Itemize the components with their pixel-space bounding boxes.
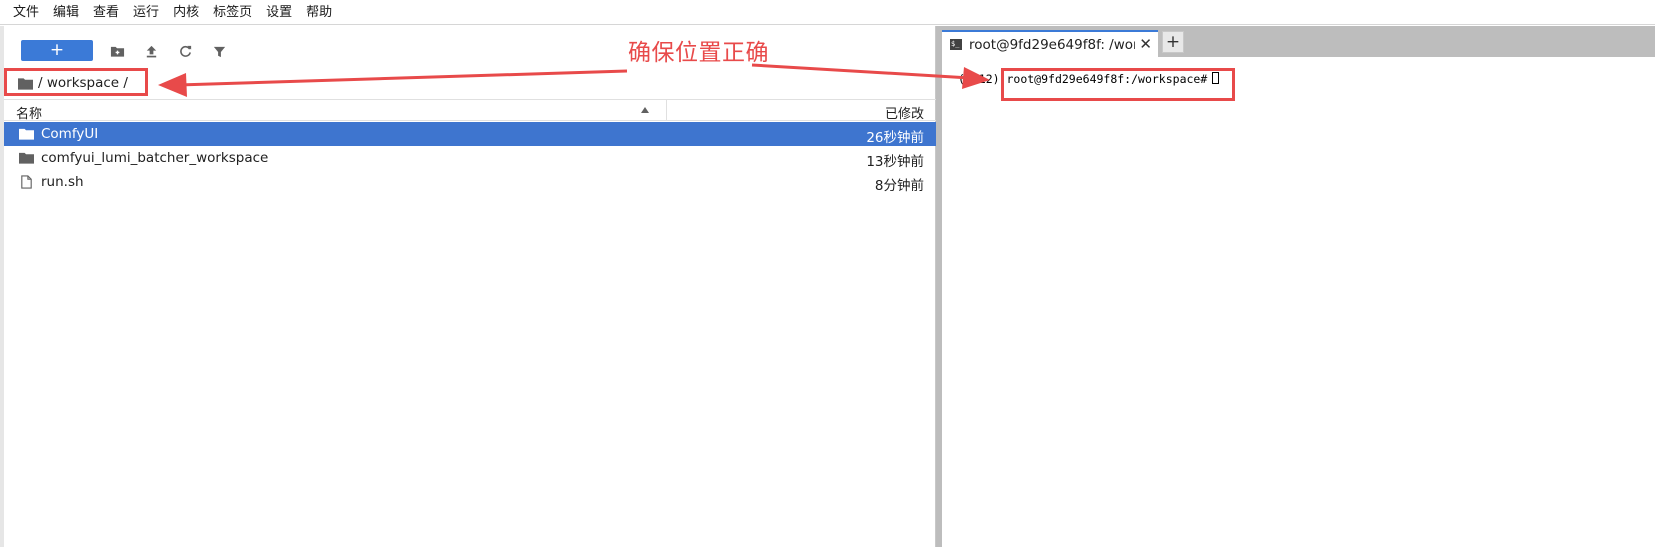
new-launcher-button[interactable]: + <box>21 40 93 61</box>
terminal-icon: $_ <box>950 39 962 50</box>
menu-help[interactable]: 帮助 <box>299 0 339 25</box>
file-name: run.sh <box>41 174 84 190</box>
column-divider[interactable] <box>666 100 667 121</box>
upload-icon[interactable] <box>140 40 162 62</box>
refresh-icon[interactable] <box>174 40 196 62</box>
annotation-box-breadcrumb <box>4 68 148 96</box>
column-modified-header[interactable]: 已修改 <box>885 103 924 122</box>
list-item[interactable]: run.sh 8分钟前 <box>4 170 936 194</box>
tab-bar: $_ root@9fd29e649f8f: /workspace ✕ + <box>942 26 1655 57</box>
file-modified: 13秒钟前 <box>866 154 924 170</box>
menu-bar: 文件 编辑 查看 运行 内核 标签页 设置 帮助 <box>0 0 1655 25</box>
column-name-header[interactable]: 名称 <box>16 103 42 122</box>
add-tab-button[interactable]: + <box>1162 31 1184 53</box>
tab-terminal[interactable]: $_ root@9fd29e649f8f: /workspace ✕ <box>942 30 1158 57</box>
annotation-label: 确保位置正确 <box>628 40 769 66</box>
close-icon[interactable]: ✕ <box>1139 35 1152 53</box>
file-browser-toolbar: + <box>4 26 936 74</box>
plus-icon: + <box>1165 31 1181 52</box>
menu-file[interactable]: 文件 <box>6 0 46 25</box>
menu-view[interactable]: 查看 <box>86 0 126 25</box>
file-browser-panel: + / workspace / 名称 已修改 ComfyUI 26秒钟前 com… <box>4 26 936 547</box>
new-launcher-label: + <box>49 40 65 60</box>
folder-icon <box>19 152 34 164</box>
file-listing: ComfyUI 26秒钟前 comfyui_lumi_batcher_works… <box>4 122 936 194</box>
menu-settings[interactable]: 设置 <box>259 0 299 25</box>
list-item[interactable]: comfyui_lumi_batcher_workspace 13秒钟前 <box>4 146 936 170</box>
file-modified: 26秒钟前 <box>866 130 924 146</box>
annotation-box-terminal-prompt <box>1001 68 1235 101</box>
file-modified: 8分钟前 <box>874 178 924 194</box>
new-folder-icon[interactable] <box>106 40 128 62</box>
menu-edit[interactable]: 编辑 <box>46 0 86 25</box>
list-item[interactable]: ComfyUI 26秒钟前 <box>4 122 936 146</box>
menu-run[interactable]: 运行 <box>126 0 166 25</box>
menu-tabs[interactable]: 标签页 <box>206 0 259 25</box>
listing-header: 名称 已修改 <box>4 99 936 122</box>
sort-ascending-icon <box>641 107 649 113</box>
file-icon <box>21 175 32 189</box>
folder-icon <box>19 128 34 140</box>
file-name: comfyui_lumi_batcher_workspace <box>41 150 269 166</box>
filter-icon[interactable] <box>208 40 230 62</box>
menu-kernel[interactable]: 内核 <box>166 0 206 25</box>
file-name: ComfyUI <box>41 126 99 142</box>
terminal-panel: $_ root@9fd29e649f8f: /workspace ✕ + ( 1… <box>942 26 1655 547</box>
tab-label: root@9fd29e649f8f: /workspace <box>969 36 1135 53</box>
terminal-env-prefix: ( 12) <box>958 72 1000 86</box>
